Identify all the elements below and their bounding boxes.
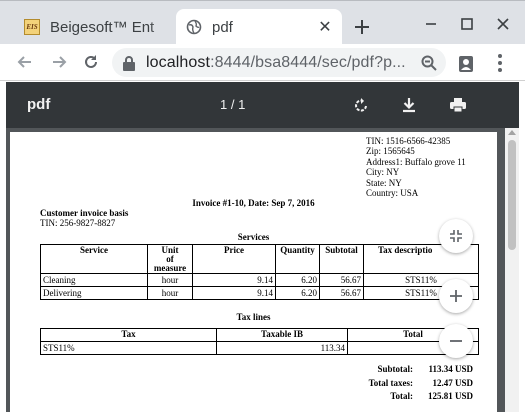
buyer-title: Customer invoice basis (40, 208, 129, 218)
plus-icon (450, 290, 462, 302)
seller-city: City: NY (366, 167, 400, 178)
header-tax: Tax (40, 328, 217, 342)
cell-unit: hour (147, 286, 193, 300)
header-price: Price (192, 244, 276, 274)
services-title: Services (237, 232, 270, 242)
table-row: Cleaning hour 9.14 6.20 56.67 STS11% (40, 273, 479, 287)
cell-subtotal: 56.67 (319, 286, 364, 300)
buyer-info: Customer invoice basis TIN: 256-9827-882… (40, 208, 128, 228)
pdf-page: TIN: 1516-6566-42385 Zip: 1565645 Addres… (10, 132, 497, 412)
header-quantity: Quantity (275, 244, 320, 274)
tax-lines-table: Tax Taxable IB Total STS11% 113.34 (40, 328, 479, 355)
services-header-row: Service Unit of measure Price Quantity Sub… (40, 244, 479, 274)
plus-icon (355, 20, 369, 34)
globe-icon (186, 19, 202, 35)
total-row: Total: 125.81 USD (390, 391, 473, 401)
arrow-right-icon (53, 56, 67, 68)
cell-quantity: 6.20 (275, 286, 320, 300)
header-service: Service (40, 244, 148, 274)
fit-page-icon (450, 230, 462, 242)
seller-info: TIN: 1516-6566-42385 Zip: 1565645 Addres… (366, 136, 466, 198)
seller-zip: Zip: 1565645 (366, 146, 415, 157)
rotate-button[interactable] (350, 94, 372, 116)
invoice-totals: Subtotal: 113.34 USD Total taxes: 12.47 US… (310, 363, 473, 404)
url-host: localhost (146, 53, 211, 71)
cell-price: 9.14 (192, 273, 276, 287)
tab-beigesoft[interactable]: EIS Beigesoft™ Ent (14, 9, 174, 45)
minimize-icon (426, 23, 436, 25)
subtotal-row: Subtotal: 113.34 USD (377, 364, 473, 374)
cell-price: 9.14 (192, 286, 276, 300)
download-button[interactable] (398, 94, 420, 116)
header-unit: Unit of measure (147, 244, 193, 274)
table-row: Delivering hour 9.14 6.20 56.67 STS11% (40, 286, 479, 300)
total-taxes-row: Total taxes: 12.47 USD (368, 377, 473, 388)
tax-lines-title: Tax lines (236, 312, 271, 322)
cell-unit: hour (147, 273, 193, 287)
scrollbar-thumb[interactable] (508, 140, 516, 250)
cell-service: Delivering (40, 286, 148, 300)
eis-favicon-icon: EIS (24, 19, 40, 35)
minimize-window-button[interactable] (418, 11, 444, 37)
close-icon (497, 18, 509, 30)
pdf-title: pdf (27, 96, 51, 113)
seller-state: State: NY (366, 177, 402, 188)
buyer-tin: TIN: 256-9827-8827 (40, 218, 116, 228)
tab-title: Beigesoft™ Ent (50, 18, 155, 36)
profile-icon[interactable] (456, 53, 476, 73)
tax-header-row: Tax Taxable IB Total (40, 328, 479, 342)
maximize-window-button[interactable] (454, 11, 480, 37)
maximize-icon (461, 18, 473, 30)
seller-address: Address1: Buffalo grove 11 (366, 156, 466, 167)
cell-taxable: 113.34 (216, 341, 348, 355)
new-tab-button[interactable] (350, 15, 374, 39)
forward-button[interactable] (46, 49, 72, 75)
header-subtotal: Subtotal (319, 244, 364, 274)
seller-tin: TIN: 1516-6566-42385 (366, 136, 451, 146)
zoom-in-button[interactable] (439, 279, 473, 313)
table-row: STS11% 113.34 (40, 341, 479, 355)
rotate-icon (355, 98, 367, 112)
reload-button[interactable] (78, 49, 104, 75)
cell-service: Cleaning (40, 273, 148, 287)
tab-title: pdf (212, 18, 233, 36)
download-icon (403, 98, 415, 113)
back-button[interactable] (12, 49, 38, 75)
address-bar[interactable]: localhost:8444/bsa8444/sec/pdf?p... (112, 48, 446, 77)
tab-pdf[interactable]: pdf ✕ (176, 9, 342, 45)
browser-tabstrip: EIS Beigesoft™ Ent pdf ✕ (0, 0, 525, 45)
pdf-toolbar: pdf 1 / 1 (6, 82, 519, 128)
browser-toolbar: localhost:8444/bsa8444/sec/pdf?p... (0, 44, 525, 81)
url-path: :8444/bsa8444/sec/pdf?p... (210, 53, 406, 71)
print-button[interactable] (447, 94, 469, 116)
cell-quantity: 6.20 (275, 273, 320, 287)
lock-icon[interactable] (122, 55, 136, 71)
fit-to-page-button[interactable] (439, 219, 473, 253)
scroll-up-arrow-icon[interactable] (508, 130, 516, 135)
reload-icon (85, 55, 97, 68)
zoom-icon[interactable] (420, 54, 438, 72)
zoom-out-button[interactable] (439, 324, 473, 358)
page-indicator: 1 / 1 (220, 97, 246, 112)
printer-icon (450, 98, 466, 113)
pdf-page-area[interactable]: TIN: 1516-6566-42385 Zip: 1565645 Addres… (6, 128, 519, 412)
cell-tax: STS11% (40, 341, 217, 355)
url-text[interactable]: localhost:8444/bsa8444/sec/pdf?p... (146, 54, 420, 72)
cell-subtotal: 56.67 (319, 273, 364, 287)
vertical-scrollbar[interactable] (505, 128, 519, 412)
seller-country: Country: USA (366, 188, 419, 199)
close-window-button[interactable] (490, 11, 516, 37)
invoice-title: Invoice #1-10, Date: Sep 7, 2016 (192, 198, 315, 208)
minus-icon (450, 340, 462, 342)
services-table: Service Unit of measure Price Quantity Sub… (40, 244, 479, 300)
close-tab-icon[interactable]: ✕ (316, 18, 334, 36)
header-taxable: Taxable IB (216, 328, 348, 342)
arrow-left-icon (17, 56, 31, 68)
pdf-viewer: pdf 1 / 1 TIN: 1516-6566-42385 Zip: 1565… (6, 82, 519, 412)
menu-button[interactable] (490, 52, 510, 74)
